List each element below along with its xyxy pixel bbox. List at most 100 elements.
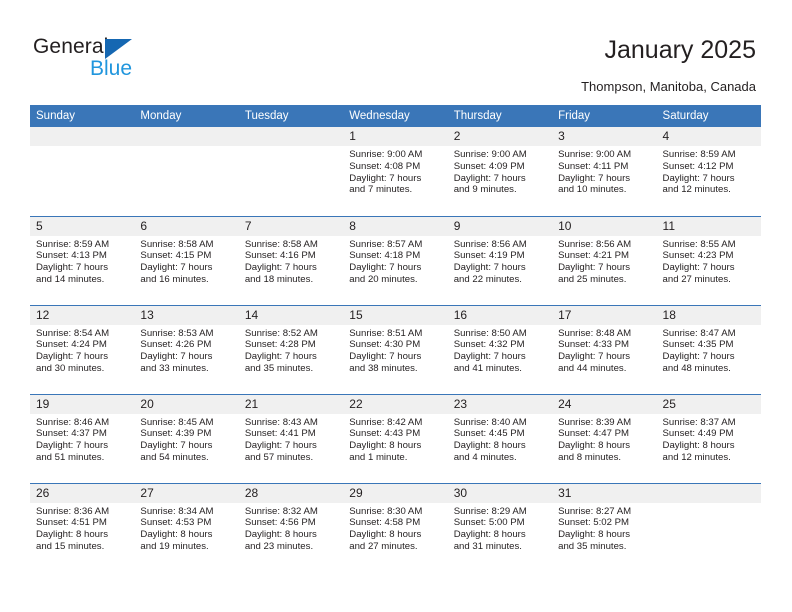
sunrise-text: Sunrise: 9:00 AM xyxy=(453,149,527,160)
calendar-day-cell[interactable]: 12 Sunrise: 8:54 AM Sunset: 4:24 PM Dayligh… xyxy=(30,304,135,394)
calendar-day-cell[interactable]: 25 Sunrise: 8:37 AM Sunset: 4:49 PM Dayligh… xyxy=(656,393,761,483)
daylight-text-line1: Daylight: 7 hours xyxy=(140,351,213,363)
calendar-day-cell[interactable]: 18 Sunrise: 8:47 AM Sunset: 4:35 PM Dayligh… xyxy=(656,304,761,394)
day-number xyxy=(238,127,344,146)
day-number: 19 xyxy=(30,394,135,414)
sunset-text: Sunset: 4:13 PM xyxy=(36,250,107,262)
calendar-day-cell[interactable]: 24 Sunrise: 8:39 AM Sunset: 4:47 PM Dayligh… xyxy=(552,393,657,483)
daylight-text-line1: Daylight: 7 hours xyxy=(662,351,735,363)
sunset-text: Sunset: 4:11 PM xyxy=(558,160,629,172)
day-info: Sunrise: 9:00 AM Sunset: 4:11 PM Daylight:… xyxy=(552,146,656,196)
calendar-week-row: 5 Sunrise: 8:59 AM Sunset: 4:13 PM Daylight… xyxy=(30,215,761,305)
calendar-day-cell[interactable]: 5 Sunrise: 8:59 AM Sunset: 4:13 PM Daylight… xyxy=(30,215,135,305)
day-info: Sunrise: 8:50 AM Sunset: 4:32 PM Daylight:… xyxy=(448,325,552,375)
daylight-text-line1: Daylight: 8 hours xyxy=(453,529,526,541)
sunrise-text: Sunrise: 8:50 AM xyxy=(453,327,527,339)
weekday-header-row: Sunday Monday Tuesday Wednesday Thursday… xyxy=(30,105,761,127)
day-info: Sunrise: 8:59 AM Sunset: 4:13 PM Daylight:… xyxy=(30,236,134,286)
day-info: Sunrise: 8:54 AM Sunset: 4:24 PM Daylight:… xyxy=(30,325,134,375)
calendar-day-cell[interactable]: 6 Sunrise: 8:58 AM Sunset: 4:15 PM Daylight… xyxy=(134,215,239,305)
page-title: January 2025 xyxy=(604,36,756,64)
sunset-text: Sunset: 4:39 PM xyxy=(140,428,212,440)
brand-logo[interactable]: General Blue xyxy=(33,36,223,86)
calendar-day-cell[interactable]: 17 Sunrise: 8:48 AM Sunset: 4:33 PM Dayligh… xyxy=(552,304,657,394)
calendar-day-cell[interactable]: 13 Sunrise: 8:53 AM Sunset: 4:26 PM Dayligh… xyxy=(134,304,239,394)
daylight-text-line1: Daylight: 8 hours xyxy=(244,529,317,541)
calendar-day-cell[interactable]: 2 Sunrise: 9:00 AM Sunset: 4:09 PM Daylight… xyxy=(447,127,553,216)
calendar-day-cell[interactable]: 7 Sunrise: 8:58 AM Sunset: 4:16 PM Daylight… xyxy=(238,215,344,305)
calendar-day-cell[interactable]: 22 Sunrise: 8:42 AM Sunset: 4:43 PM Dayligh… xyxy=(343,393,448,483)
calendar-day-cell[interactable]: 30 Sunrise: 8:29 AM Sunset: 5:00 PM Dayligh… xyxy=(447,482,553,572)
sunrise-text: Sunrise: 8:47 AM xyxy=(662,327,736,339)
daylight-text-line1: Daylight: 7 hours xyxy=(140,262,213,274)
calendar-day-cell[interactable]: 29 Sunrise: 8:30 AM Sunset: 4:58 PM Dayligh… xyxy=(343,482,448,572)
day-number: 10 xyxy=(552,216,657,236)
day-number: 27 xyxy=(134,483,239,503)
day-number: 1 xyxy=(343,127,448,146)
daylight-text-line1: Daylight: 7 hours xyxy=(558,351,631,363)
day-info: Sunrise: 8:48 AM Sunset: 4:33 PM Daylight:… xyxy=(552,325,656,375)
calendar-day-cell-empty xyxy=(134,127,239,216)
day-number: 31 xyxy=(552,483,657,503)
sunset-text: Sunset: 4:23 PM xyxy=(662,250,734,262)
triangle-icon xyxy=(105,39,132,59)
sunrise-text: Sunrise: 8:29 AM xyxy=(453,505,527,517)
calendar-day-cell[interactable]: 31 Sunrise: 8:27 AM Sunset: 5:02 PM Dayligh… xyxy=(552,482,657,572)
day-info: Sunrise: 9:00 AM Sunset: 4:09 PM Daylight:… xyxy=(448,146,552,196)
calendar-day-cell[interactable]: 28 Sunrise: 8:32 AM Sunset: 4:56 PM Dayligh… xyxy=(238,482,344,572)
calendar-day-cell[interactable]: 11 Sunrise: 8:55 AM Sunset: 4:23 PM Dayligh… xyxy=(656,215,761,305)
sunrise-text: Sunrise: 8:58 AM xyxy=(244,238,318,250)
calendar-day-cell[interactable]: 16 Sunrise: 8:50 AM Sunset: 4:32 PM Dayligh… xyxy=(447,304,553,394)
day-number: 21 xyxy=(238,394,344,414)
calendar-day-cell[interactable]: 8 Sunrise: 8:57 AM Sunset: 4:18 PM Daylight… xyxy=(343,215,448,305)
calendar-day-cell[interactable]: 15 Sunrise: 8:51 AM Sunset: 4:30 PM Dayligh… xyxy=(343,304,448,394)
day-info: Sunrise: 8:43 AM Sunset: 4:41 PM Daylight:… xyxy=(239,414,343,464)
calendar-day-cell[interactable]: 26 Sunrise: 8:36 AM Sunset: 4:51 PM Dayligh… xyxy=(30,482,135,572)
sunset-text: Sunset: 4:32 PM xyxy=(453,339,525,351)
calendar-day-cell[interactable]: 20 Sunrise: 8:45 AM Sunset: 4:39 PM Dayligh… xyxy=(134,393,239,483)
day-number: 28 xyxy=(238,483,344,503)
day-number: 13 xyxy=(134,305,239,325)
day-number xyxy=(134,127,239,146)
sunrise-text: Sunrise: 8:36 AM xyxy=(36,505,110,517)
calendar-day-cell[interactable]: 27 Sunrise: 8:34 AM Sunset: 4:53 PM Dayligh… xyxy=(134,482,239,572)
calendar-day-cell[interactable]: 4 Sunrise: 8:59 AM Sunset: 4:12 PM Daylight… xyxy=(656,127,761,216)
calendar-day-cell[interactable]: 23 Sunrise: 8:40 AM Sunset: 4:45 PM Dayligh… xyxy=(447,393,553,483)
sunrise-text: Sunrise: 8:51 AM xyxy=(349,327,423,339)
sunset-text: Sunset: 4:19 PM xyxy=(453,250,525,262)
calendar-day-cell[interactable]: 9 Sunrise: 8:56 AM Sunset: 4:19 PM Daylight… xyxy=(447,215,553,305)
sunset-text: Sunset: 4:58 PM xyxy=(349,517,421,529)
day-number: 26 xyxy=(30,483,135,503)
daylight-text-line1: Daylight: 8 hours xyxy=(349,529,422,541)
daylight-text-line1: Daylight: 7 hours xyxy=(349,351,422,363)
sunset-text: Sunset: 4:47 PM xyxy=(558,428,630,440)
calendar-day-cell[interactable]: 3 Sunrise: 9:00 AM Sunset: 4:11 PM Daylight… xyxy=(552,127,657,216)
calendar-day-cell[interactable]: 19 Sunrise: 8:46 AM Sunset: 4:37 PM Dayligh… xyxy=(30,393,135,483)
daylight-text-line2: and 30 minutes. xyxy=(36,362,105,374)
daylight-text-line2: and 35 minutes. xyxy=(244,362,314,374)
daylight-text-line2: and 51 minutes. xyxy=(36,451,105,463)
calendar-day-cell[interactable]: 14 Sunrise: 8:52 AM Sunset: 4:28 PM Dayligh… xyxy=(238,304,344,394)
sunrise-text: Sunrise: 8:56 AM xyxy=(453,238,527,250)
daylight-text-line1: Daylight: 8 hours xyxy=(558,529,631,541)
sunset-text: Sunset: 4:09 PM xyxy=(453,160,525,172)
daylight-text-line2: and 18 minutes. xyxy=(244,273,314,285)
day-number: 20 xyxy=(134,394,239,414)
daylight-text-line2: and 1 minute. xyxy=(349,451,408,463)
day-info: Sunrise: 8:56 AM Sunset: 4:21 PM Daylight:… xyxy=(552,236,656,286)
calendar-day-cell[interactable]: 10 Sunrise: 8:56 AM Sunset: 4:21 PM Dayligh… xyxy=(552,215,657,305)
page-header: General Blue January 2025 Thompson, Mani… xyxy=(0,0,792,100)
sunrise-text: Sunrise: 8:58 AM xyxy=(140,238,214,250)
day-info: Sunrise: 8:30 AM Sunset: 4:58 PM Daylight:… xyxy=(343,503,447,553)
daylight-text-line1: Daylight: 8 hours xyxy=(36,529,108,541)
daylight-text-line1: Daylight: 8 hours xyxy=(662,440,735,452)
sunset-text: Sunset: 4:43 PM xyxy=(349,428,421,440)
sunrise-text: Sunrise: 8:48 AM xyxy=(558,327,632,339)
calendar-day-cell[interactable]: 1 Sunrise: 9:00 AM Sunset: 4:08 PM Daylight… xyxy=(343,127,448,216)
calendar-day-cell[interactable]: 21 Sunrise: 8:43 AM Sunset: 4:41 PM Dayligh… xyxy=(238,393,344,483)
daylight-text-line2: and 4 minutes. xyxy=(453,451,517,463)
sunrise-text: Sunrise: 8:56 AM xyxy=(558,238,632,250)
day-number: 22 xyxy=(343,394,448,414)
weekday-header-wednesday: Wednesday xyxy=(343,105,448,127)
daylight-text-line2: and 16 minutes. xyxy=(140,273,209,285)
